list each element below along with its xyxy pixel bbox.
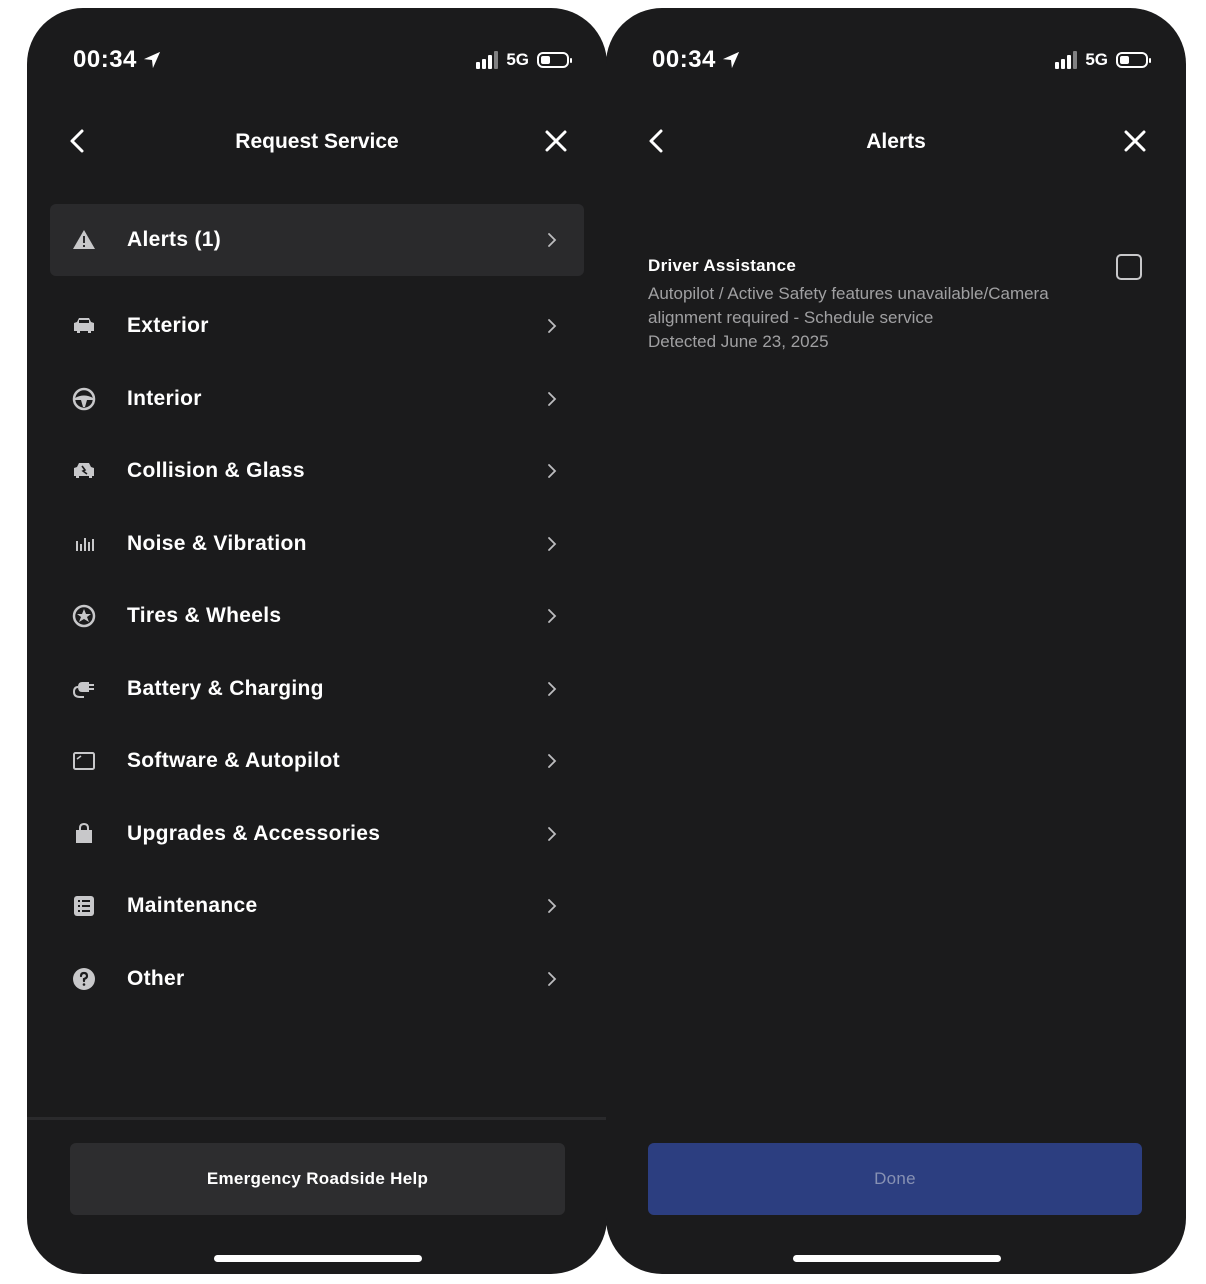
menu-item-label: Exterior <box>127 314 209 337</box>
checklist-icon <box>74 896 94 916</box>
chevron-right-icon <box>548 971 557 986</box>
status-indicators: 5G <box>1055 50 1151 70</box>
screen-icon <box>73 752 95 770</box>
chevron-right-icon <box>548 826 557 841</box>
chevron-right-icon <box>548 609 557 623</box>
chevron-right-icon <box>548 233 557 247</box>
service-category-list: Alerts (1) Exterior Interior Collision &… <box>50 204 584 1015</box>
menu-item-alerts[interactable]: Alerts (1) <box>50 204 584 276</box>
menu-item-noise-vibration[interactable]: Noise & Vibration <box>50 508 584 580</box>
menu-item-label: Noise & Vibration <box>127 531 307 555</box>
menu-item-tires-wheels[interactable]: Tires & Wheels <box>50 580 584 652</box>
menu-item-label: Collision & Glass <box>127 459 305 482</box>
shopping-bag-icon <box>76 822 92 843</box>
menu-item-label: Tires & Wheels <box>127 604 282 627</box>
alert-title: Driver Assistance <box>648 256 797 275</box>
close-icon[interactable] <box>1122 128 1148 154</box>
chevron-right-icon <box>548 754 557 768</box>
close-icon[interactable] <box>543 128 569 154</box>
location-arrow-icon <box>143 51 160 69</box>
menu-item-collision-glass[interactable]: Collision & Glass <box>50 435 584 507</box>
steering-wheel-icon <box>72 387 96 410</box>
alert-detected-date: Detected June 23, 2025 <box>648 332 829 351</box>
chevron-right-icon <box>548 464 557 478</box>
done-button[interactable]: Done <box>648 1143 1142 1215</box>
menu-item-software-autopilot[interactable]: Software & Autopilot <box>50 725 584 797</box>
status-bar: 00:34 5G <box>27 46 607 82</box>
footer-divider <box>27 1117 607 1120</box>
status-time: 00:34 <box>73 46 161 74</box>
menu-item-label: Maintenance <box>127 894 258 917</box>
question-icon <box>73 967 95 990</box>
location-arrow-icon <box>722 51 739 69</box>
wheel-icon <box>72 604 96 628</box>
nav-bar: Request Service <box>27 120 607 164</box>
charging-plug-icon <box>72 681 94 698</box>
page-title: Alerts <box>866 130 926 153</box>
menu-item-maintenance[interactable]: Maintenance <box>50 870 584 942</box>
chevron-right-icon <box>548 391 557 406</box>
chevron-right-icon <box>548 681 557 696</box>
battery-icon <box>1116 52 1151 68</box>
status-indicators: 5G <box>476 50 572 70</box>
chevron-right-icon <box>548 536 557 551</box>
page-title: Request Service <box>235 130 399 153</box>
menu-item-upgrades-accessories[interactable]: Upgrades & Accessories <box>50 798 584 870</box>
menu-item-label: Software & Autopilot <box>127 749 340 772</box>
car-icon <box>74 318 94 333</box>
chevron-right-icon <box>548 899 557 913</box>
chevron-right-icon <box>548 319 557 333</box>
status-time: 00:34 <box>652 46 740 74</box>
signal-icon <box>1055 51 1078 69</box>
alerts-screen: 00:34 5G Alerts Driver Assistance Autopi… <box>606 8 1186 1274</box>
signal-icon <box>476 51 499 69</box>
menu-item-exterior[interactable]: Exterior <box>50 290 584 362</box>
battery-icon <box>537 52 572 68</box>
nav-bar: Alerts <box>606 120 1186 164</box>
alert-item: Driver Assistance Autopilot / Active Saf… <box>648 256 1088 354</box>
menu-item-label: Upgrades & Accessories <box>127 821 381 845</box>
request-service-screen: 00:34 5G Request Service Alerts (1) Exte… <box>27 8 607 1274</box>
status-time-text: 00:34 <box>652 46 716 73</box>
alert-description: Autopilot / Active Safety features unava… <box>648 284 1049 327</box>
menu-item-label: Battery & Charging <box>127 676 324 700</box>
network-label: 5G <box>1085 50 1108 69</box>
network-label: 5G <box>506 50 529 69</box>
alert-checkbox[interactable] <box>1116 254 1142 280</box>
menu-item-other[interactable]: Other <box>50 943 584 1015</box>
menu-item-label: Other <box>127 966 185 990</box>
menu-item-label: Interior <box>127 386 202 410</box>
menu-item-battery-charging[interactable]: Battery & Charging <box>50 653 584 725</box>
home-indicator[interactable] <box>214 1255 422 1262</box>
status-time-text: 00:34 <box>73 46 137 73</box>
status-bar: 00:34 5G <box>606 46 1186 82</box>
warning-icon <box>73 230 95 249</box>
sound-bars-icon <box>76 537 94 551</box>
menu-item-interior[interactable]: Interior <box>50 363 584 435</box>
home-indicator[interactable] <box>793 1255 1001 1262</box>
collision-icon <box>74 463 94 478</box>
menu-item-label: Alerts (1) <box>127 228 222 251</box>
emergency-roadside-button[interactable]: Emergency Roadside Help <box>70 1143 565 1215</box>
